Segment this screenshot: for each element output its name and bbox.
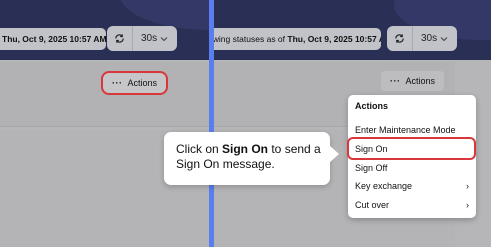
comparison-divider — [209, 0, 214, 247]
chevron-right-icon: › — [466, 181, 469, 191]
actions-button[interactable]: ··· Actions — [100, 71, 169, 95]
refresh-button[interactable] — [107, 26, 133, 51]
menu-title: Actions — [355, 101, 389, 111]
tooltip-target: Sign On — [222, 142, 269, 156]
interval-select[interactable]: 30s — [413, 33, 456, 44]
actions-button-label: Actions — [127, 78, 158, 88]
menu-item-cut-over[interactable]: Cut over › — [355, 196, 469, 214]
refresh-icon — [395, 34, 404, 43]
sign-on-highlight — [347, 137, 476, 160]
top-header: Thu, Oct 9, 2025 10:57 AM 30s — [0, 0, 209, 60]
refresh-icon — [115, 34, 124, 43]
interval-value: 30s — [421, 33, 438, 44]
summary-card — [0, 62, 209, 127]
status-timestamp: owing statuses as of Thu, Oct 9, 2025 10… — [214, 28, 381, 50]
tooltip-arrow — [329, 145, 339, 163]
menu-item-label: Cut over — [355, 200, 390, 210]
chevron-down-icon — [440, 36, 448, 41]
tooltip-prefix: Click on — [176, 142, 223, 156]
refresh-control: 30s — [107, 26, 177, 51]
menu-item-sign-off[interactable]: Sign Off — [355, 159, 469, 177]
more-icon: ··· — [390, 76, 401, 86]
status-timestamp: Thu, Oct 9, 2025 10:57 AM — [0, 28, 106, 50]
menu-item-key-exchange[interactable]: Key exchange › — [355, 177, 469, 195]
interval-value: 30s — [141, 33, 158, 44]
actions-button-label: Actions — [405, 76, 436, 86]
status-datetime: Thu, Oct 9, 2025 10:57 AM — [287, 34, 381, 44]
menu-item-label: Sign Off — [355, 163, 388, 173]
menu-item-label: Key exchange — [355, 181, 413, 191]
more-icon: ··· — [112, 78, 123, 88]
top-header-right: owing statuses as of Thu, Oct 9, 2025 10… — [214, 0, 491, 60]
actions-button[interactable]: ··· Actions — [381, 71, 445, 91]
interval-select[interactable]: 30s — [133, 33, 176, 44]
chevron-down-icon — [160, 36, 168, 41]
instruction-tooltip: Click on Sign On to send a Sign On messa… — [164, 132, 339, 185]
refresh-control: 30s — [387, 26, 457, 51]
status-datetime: Thu, Oct 9, 2025 10:57 AM — [2, 34, 106, 44]
left-panel: Thu, Oct 9, 2025 10:57 AM 30s ··· Action… — [0, 0, 209, 247]
chevron-right-icon: › — [466, 200, 469, 210]
status-prefix: owing statuses as of — [214, 34, 288, 44]
refresh-button[interactable] — [387, 26, 413, 51]
